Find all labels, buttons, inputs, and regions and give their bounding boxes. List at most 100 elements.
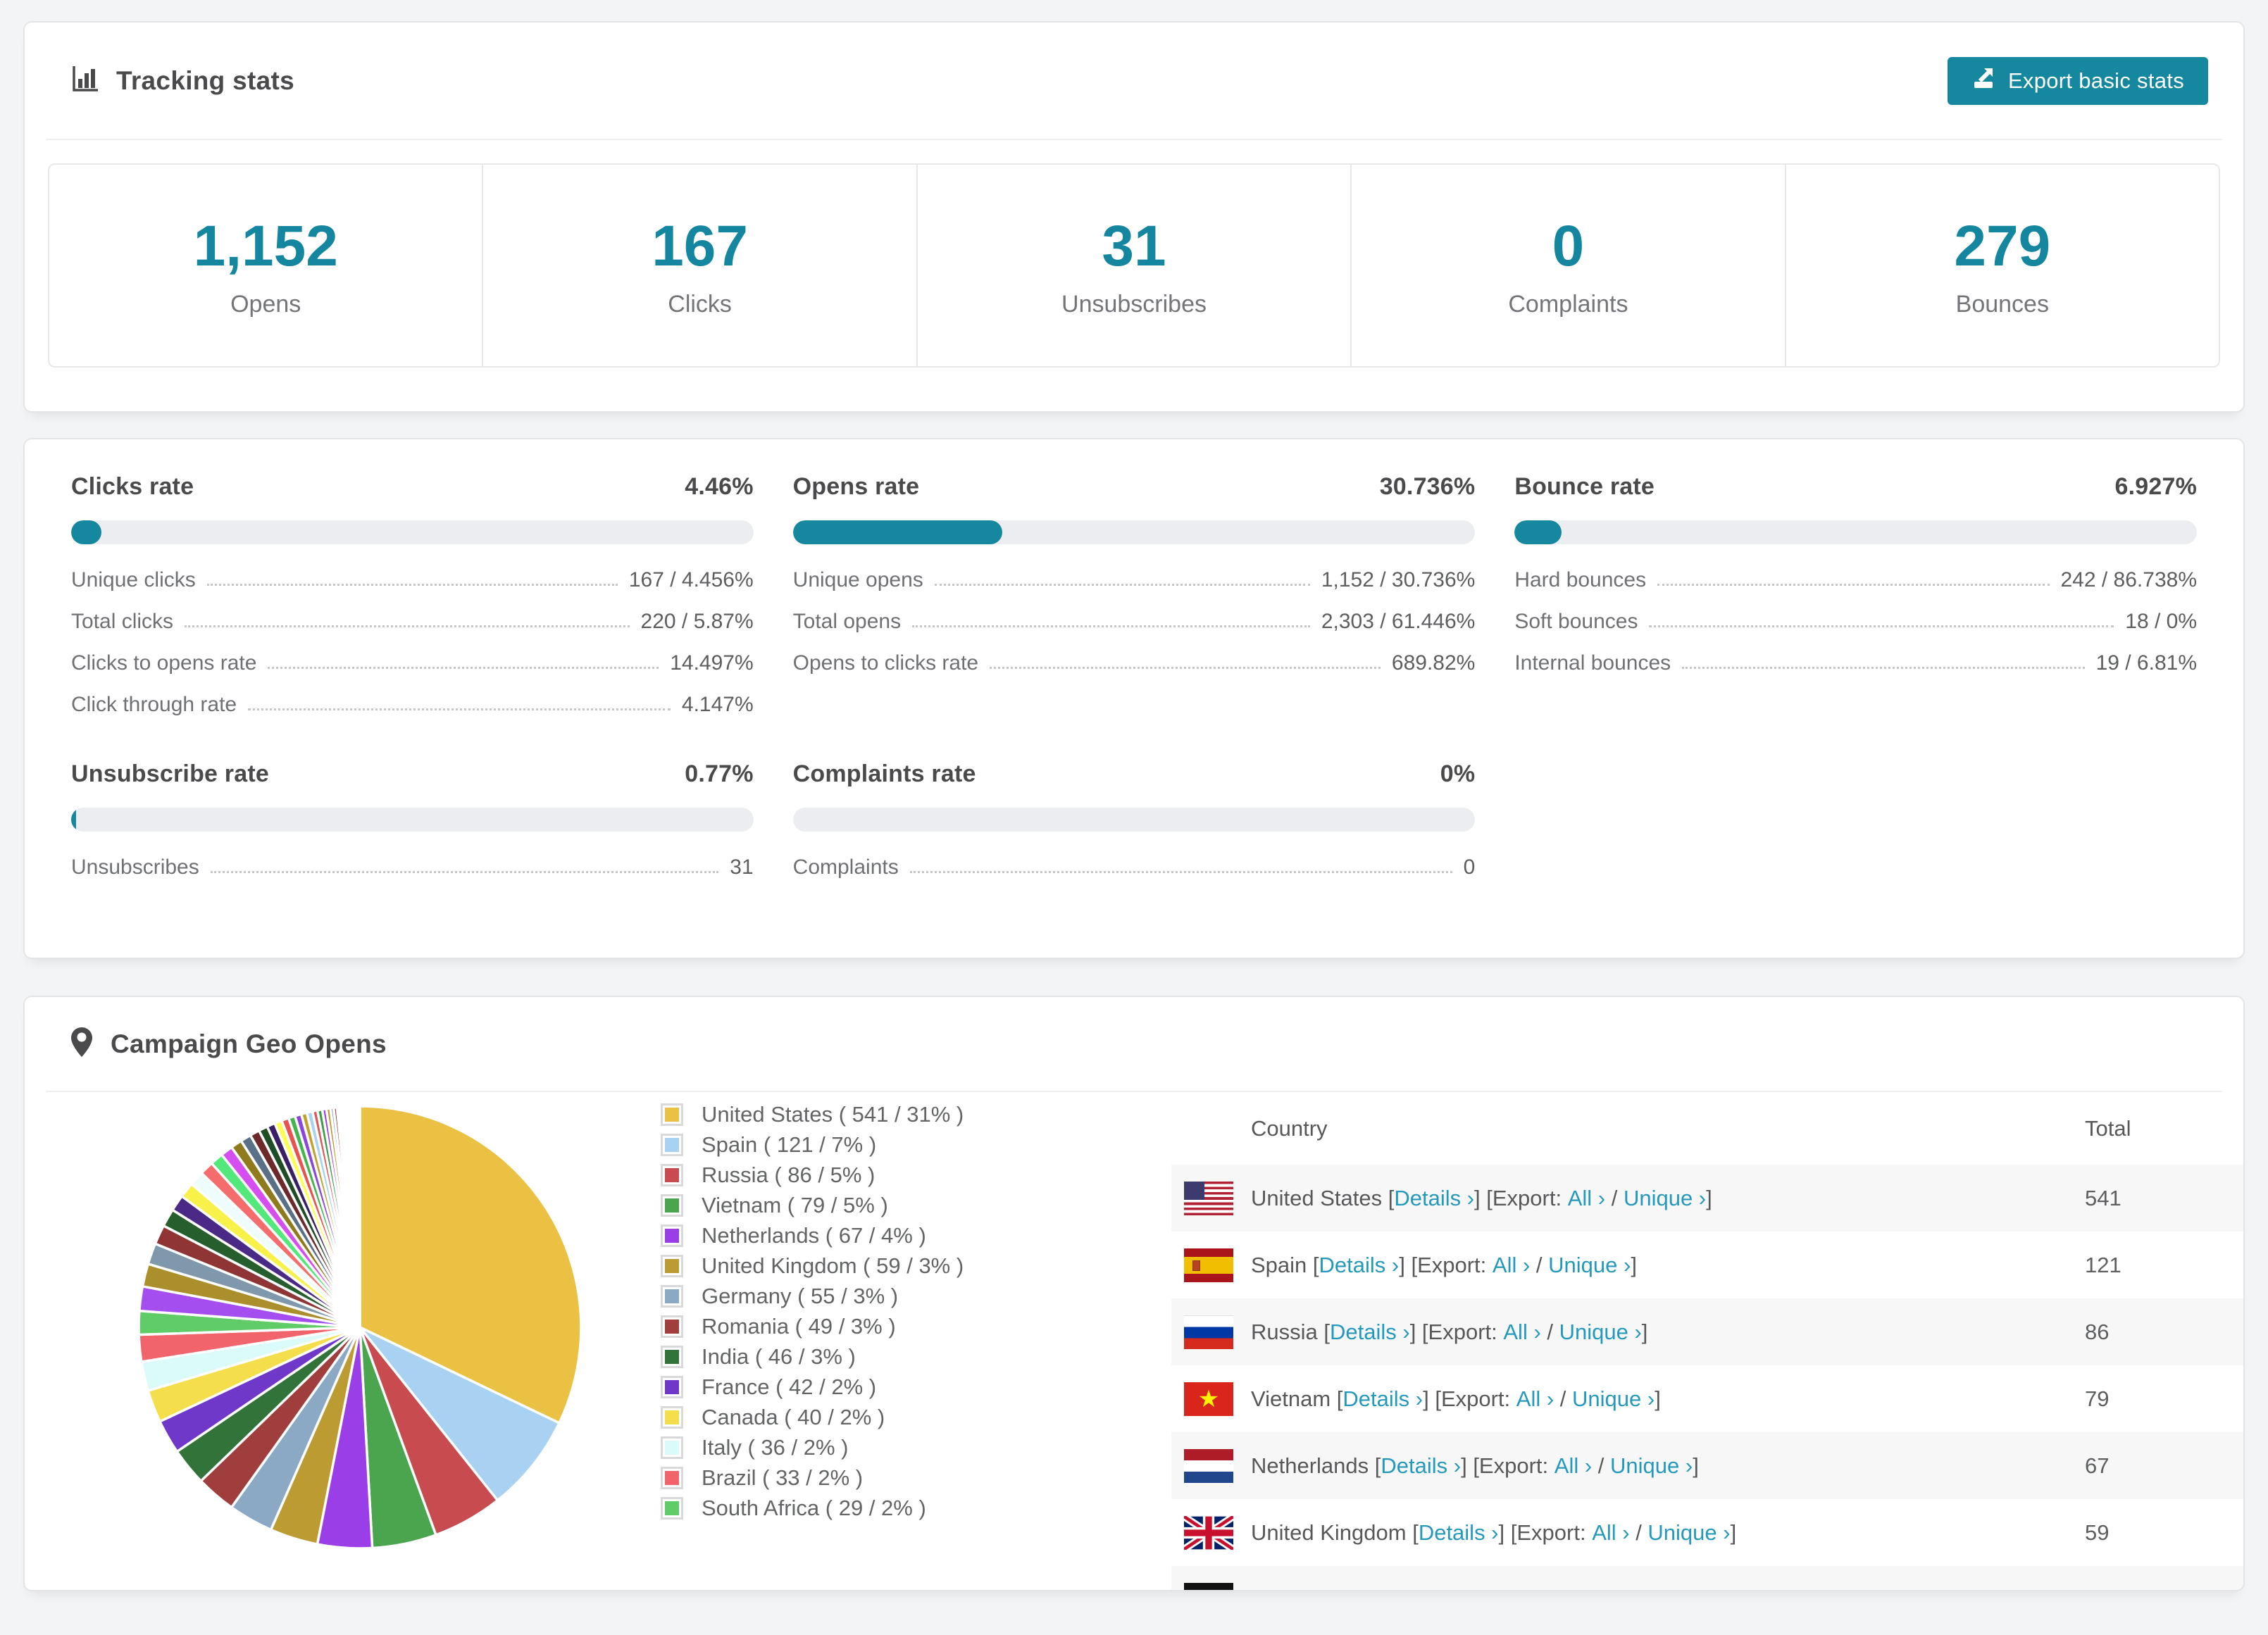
flag-nl-icon (1184, 1448, 1233, 1483)
legend-item-russia[interactable]: Russia ( 86 / 5% ) (661, 1160, 964, 1190)
export-unique-link[interactable]: Unique › (1572, 1386, 1655, 1412)
legend-label: France ( 42 / 2% ) (702, 1374, 877, 1399)
stat-value: 1,152 (193, 213, 338, 278)
legend-item-vietnam[interactable]: Vietnam ( 79 / 5% ) (661, 1190, 964, 1220)
export-unique-link[interactable]: Unique › (1548, 1253, 1631, 1278)
dotted-leader (268, 667, 659, 669)
flag-vn-icon: ★ (1184, 1382, 1233, 1416)
legend-label: United States ( 541 / 31% ) (702, 1101, 964, 1127)
legend-label: Vietnam ( 79 / 5% ) (702, 1192, 888, 1217)
rate-value: 0% (1440, 760, 1476, 787)
legend-swatch (661, 1466, 683, 1489)
rate-row-hard-bounces: Hard bounces 242 / 86.738% (1514, 564, 2197, 592)
rate-row-total-clicks: Total clicks 220 / 5.87% (71, 606, 754, 634)
dotted-leader (990, 667, 1381, 669)
total-cell: 121 (2085, 1252, 2121, 1277)
export-button-label: Export basic stats (2007, 68, 2184, 93)
dotted-leader (210, 871, 719, 873)
legend-item-united-kingdom[interactable]: United Kingdom ( 59 / 3% ) (661, 1251, 964, 1281)
rates-grid: Clicks rate 4.46% Unique clicks 167 / 4.456… (25, 439, 2243, 879)
pie-slice-other[interactable] (358, 1105, 361, 1329)
country-name: Netherlands (1251, 1453, 1369, 1478)
legend-item-france[interactable]: France ( 42 / 2% ) (661, 1372, 964, 1402)
rate-row-label: Complaints (792, 856, 899, 879)
legend-item-south-africa[interactable]: South Africa ( 29 / 2% ) (661, 1493, 964, 1523)
rate-row-label: Opens to clicks rate (792, 651, 979, 675)
rate-panel-head: Opens rate 30.736% (793, 473, 1476, 501)
rate-row-value: 14.497% (670, 651, 754, 675)
country-cell: Russia [Details ›] [Export: All › / Uniq… (1171, 1315, 2085, 1349)
flag-us-icon (1184, 1181, 1233, 1215)
legend-label: Spain ( 121 / 7% ) (702, 1132, 877, 1157)
details-link[interactable]: Details › (1394, 1186, 1474, 1211)
total-column-header: Total (2085, 1115, 2131, 1141)
export-unique-link[interactable]: Unique › (1647, 1520, 1730, 1546)
rate-row-value: 1,152 / 30.736% (1321, 568, 1476, 591)
country-name: Spain (1251, 1252, 1307, 1277)
export-all-link[interactable]: All › (1503, 1320, 1540, 1345)
rates-card: Clicks rate 4.46% Unique clicks 167 / 4.456… (23, 438, 2245, 959)
export-text: ] [Export: (1461, 1453, 1554, 1478)
rate-row-click-through-rate: Click through rate 4.147% (71, 689, 754, 717)
export-unique-link[interactable]: Unique › (1624, 1186, 1706, 1211)
legend-item-united-states[interactable]: United States ( 541 / 31% ) (661, 1099, 964, 1129)
dotted-leader (909, 871, 1452, 873)
export-all-link[interactable]: All › (1554, 1453, 1592, 1479)
bracket-text: ] (1693, 1453, 1699, 1478)
legend-label: South Africa ( 29 / 2% ) (702, 1495, 926, 1520)
rate-panel-unsubscribe-rate: Unsubscribe rate 0.77% Unsubscribes 31 (71, 760, 754, 879)
legend-item-india[interactable]: India ( 46 / 3% ) (661, 1341, 964, 1372)
rate-rows: Unique opens 1,152 / 30.736% Total opens 2,… (793, 564, 1476, 675)
rate-panel-head: Bounce rate 6.927% (1514, 473, 2197, 501)
details-link[interactable]: Details › (1419, 1520, 1499, 1546)
export-unique-link[interactable]: Unique › (1559, 1320, 1642, 1345)
legend-item-spain[interactable]: Spain ( 121 / 7% ) (661, 1129, 964, 1160)
summary-stat-complaints: 0 Complaints (1350, 165, 1784, 366)
export-basic-stats-button[interactable]: Export basic stats (1947, 56, 2208, 105)
legend-item-brazil[interactable]: Brazil ( 33 / 2% ) (661, 1462, 964, 1493)
details-link[interactable]: Details › (1330, 1320, 1410, 1345)
legend-item-netherlands[interactable]: Netherlands ( 67 / 4% ) (661, 1220, 964, 1251)
stat-value: 0 (1552, 213, 1585, 278)
export-text: ] [Export: (1409, 1319, 1504, 1344)
legend-item-italy[interactable]: Italy ( 36 / 2% ) (661, 1432, 964, 1462)
export-all-link[interactable]: All › (1568, 1186, 1605, 1211)
rate-value: 6.927% (2114, 473, 2197, 500)
flag-de-icon (1184, 1582, 1233, 1590)
rate-value: 4.46% (685, 473, 754, 500)
vn-star: ★ (1197, 1385, 1220, 1412)
rate-value: 0.77% (685, 760, 754, 787)
flag-gb-icon (1184, 1515, 1233, 1550)
export-all-link[interactable]: All › (1493, 1253, 1530, 1278)
dotted-leader (248, 708, 671, 710)
total-cell: 59 (2085, 1520, 2110, 1545)
rate-panel-opens-rate: Opens rate 30.736% Unique opens 1,152 / 30.… (792, 473, 1476, 717)
rate-row-value: 167 / 4.456% (628, 568, 754, 591)
opens-rate-progressbar (792, 520, 1476, 544)
export-unique-link[interactable]: Unique › (1610, 1453, 1693, 1479)
details-link[interactable]: Details › (1381, 1453, 1461, 1479)
legend-item-canada[interactable]: Canada ( 40 / 2% ) (661, 1402, 964, 1432)
export-text: ] [Export: (1399, 1252, 1493, 1277)
rate-row-value: 19 / 6.81% (2095, 651, 2197, 675)
country-column-header: Country (1251, 1115, 1328, 1141)
dotted-leader (206, 584, 618, 586)
legend-item-germany[interactable]: Germany ( 55 / 3% ) (661, 1281, 964, 1311)
rate-rows: Hard bounces 242 / 86.738% Soft bounces 18 … (1514, 564, 2197, 675)
legend-label: Netherlands ( 67 / 4% ) (702, 1222, 926, 1248)
us-canton (1184, 1181, 1204, 1200)
export-all-link[interactable]: All › (1516, 1386, 1554, 1412)
es-emblem (1192, 1260, 1200, 1271)
legend-item-romania[interactable]: Romania ( 49 / 3% ) (661, 1311, 964, 1341)
details-link[interactable]: Details › (1319, 1253, 1400, 1278)
summary-stat-opens: 1,152 Opens (49, 165, 482, 366)
rate-row-label: Hard bounces (1514, 568, 1647, 591)
geo-table: Country Total United States [Details ›] … (1171, 1092, 2243, 1590)
table-row-vietnam: ★ Vietnam [Details ›] [Export: All › / Un… (1171, 1365, 2243, 1432)
details-link[interactable]: Details › (1342, 1386, 1423, 1412)
legend-label: India ( 46 / 3% ) (702, 1343, 856, 1369)
table-row-spain: Spain [Details ›] [Export: All › / Uniqu… (1171, 1232, 2243, 1298)
export-all-link[interactable]: All › (1592, 1520, 1629, 1546)
dotted-leader (912, 625, 1310, 627)
country-cell (1171, 1582, 2085, 1590)
